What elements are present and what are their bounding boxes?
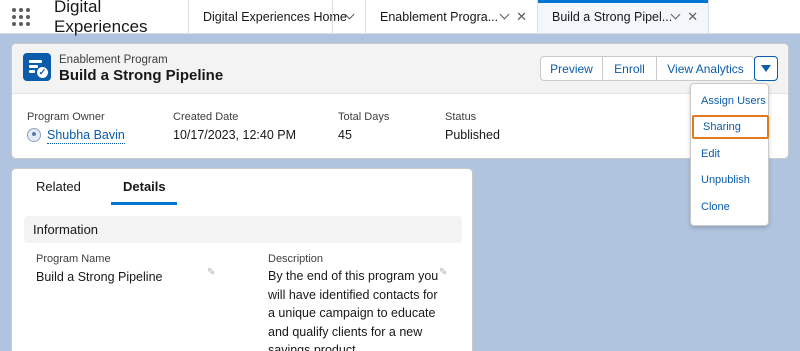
created-date-field: Created Date 10/17/2023, 12:40 PM <box>173 111 296 142</box>
enroll-button[interactable]: Enroll <box>602 56 657 81</box>
tab-details[interactable]: Details <box>123 179 166 194</box>
menu-item-unpublish[interactable]: Unpublish <box>691 168 768 192</box>
total-days-field: Total Days 45 <box>338 111 389 142</box>
field-value: 10/17/2023, 12:40 PM <box>173 128 297 142</box>
field-label: Created Date <box>173 111 239 123</box>
program-owner-link[interactable]: Shubha Bavin <box>47 128 125 144</box>
tab-build-a-strong-pipeline[interactable]: Build a Strong Pipel... ✕ <box>537 0 709 33</box>
caret-down-icon <box>761 65 771 72</box>
field-label: Program Owner <box>27 111 105 123</box>
enablement-program-icon: ✓ <box>23 53 51 81</box>
more-actions-menu: Assign Users Sharing Edit Unpublish Clon… <box>690 83 769 226</box>
tab-digital-experiences-home[interactable]: Digital Experiences Home <box>188 0 347 33</box>
status-field: Status Published <box>445 111 500 142</box>
preview-button[interactable]: Preview <box>540 56 603 81</box>
tab-menu-chevron-icon[interactable] <box>499 9 510 20</box>
tab-menu-chevron-icon[interactable] <box>670 9 681 20</box>
view-analytics-button[interactable]: View Analytics <box>656 56 755 81</box>
close-tab-icon[interactable]: ✕ <box>516 10 527 23</box>
record-header-top: ✓ Enablement Program Build a Strong Pipe… <box>12 44 788 94</box>
menu-item-sharing[interactable]: Sharing <box>692 115 769 139</box>
active-tab-indicator <box>111 202 177 205</box>
menu-item-clone[interactable]: Clone <box>691 195 768 219</box>
field-value: Build a Strong Pipeline <box>36 270 163 284</box>
program-name-field: Program Name Build a Strong Pipeline <box>36 253 162 284</box>
description-field: Description By the end of this program y… <box>268 253 446 351</box>
more-actions-dropdown-button[interactable] <box>754 56 778 81</box>
action-button-group: Preview Enroll View Analytics <box>540 56 755 81</box>
field-label: Description <box>268 253 324 265</box>
edit-pencil-icon[interactable]: ✎ <box>439 267 447 278</box>
tab-label: Enablement Progra... <box>380 9 499 24</box>
menu-item-edit[interactable]: Edit <box>691 142 768 166</box>
record-title: Build a Strong Pipeline <box>59 67 224 84</box>
app-name: Digital Experiences <box>54 0 148 36</box>
app-launcher-icon[interactable] <box>0 0 42 33</box>
edit-pencil-icon[interactable]: ✎ <box>207 267 215 278</box>
record-header-card: ✓ Enablement Program Build a Strong Pipe… <box>11 43 789 159</box>
field-value: Published <box>445 128 500 142</box>
tab-enablement-program[interactable]: Enablement Progra... ✕ <box>365 0 537 33</box>
field-value: By the end of this program you will have… <box>268 269 439 351</box>
field-label: Status <box>445 111 477 123</box>
record-detail-card: Related Details Information Program Name… <box>11 168 473 351</box>
tab-related[interactable]: Related <box>36 179 81 194</box>
field-label: Total Days <box>338 111 390 123</box>
global-nav-bar: Digital Experiences Digital Experiences … <box>0 0 800 36</box>
field-value: 45 <box>338 128 352 142</box>
information-section-header[interactable]: Information <box>24 216 462 243</box>
program-owner-field: Program Owner Shubha Bavin <box>27 111 125 144</box>
menu-item-assign-users[interactable]: Assign Users <box>691 89 768 113</box>
tab-label: Build a Strong Pipel... <box>552 9 673 24</box>
detail-tabset: Related Details <box>12 169 472 205</box>
close-tab-icon[interactable]: ✕ <box>687 10 698 23</box>
nav-menu-chevron-icon[interactable] <box>332 0 365 33</box>
user-avatar-icon <box>27 128 41 142</box>
field-label: Program Name <box>36 253 111 265</box>
object-type-label: Enablement Program <box>59 54 168 66</box>
